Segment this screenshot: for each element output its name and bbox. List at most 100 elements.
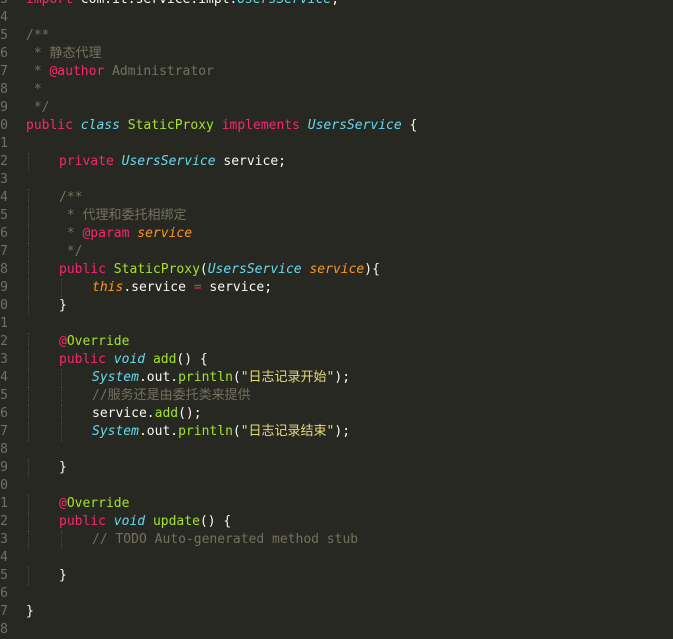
indent-guide (61, 531, 62, 549)
code-token: this (92, 280, 124, 295)
code-token: public (59, 514, 114, 529)
line-number: 9 (0, 100, 8, 115)
code-line[interactable]: 2 private UsersService service; (0, 153, 673, 171)
code-token: UsersService (121, 154, 216, 169)
code-line[interactable]: 7 */ (0, 243, 673, 261)
code-line[interactable]: 1 (0, 315, 673, 333)
code-token: void (113, 352, 153, 367)
code-token: add (152, 352, 177, 367)
code-line[interactable]: 2 public void update() { (0, 513, 673, 531)
code-line[interactable]: 7 System.out.println("日志记录结束"); (0, 423, 673, 441)
code-token: void (113, 514, 153, 529)
code-token: (); (178, 406, 202, 421)
code-line[interactable]: 1 @Override (0, 495, 673, 513)
code-line[interactable]: 9 this.service = service; (0, 279, 673, 297)
indent-guide (28, 279, 29, 297)
code-token: ){ (364, 262, 380, 277)
indent-guide (28, 243, 29, 261)
code-token: import (26, 0, 81, 7)
code-text: /** (26, 27, 49, 45)
code-line[interactable]: 4 /** (0, 189, 673, 207)
code-text: * 静态代理 (26, 45, 102, 63)
line-number: 6 (0, 46, 8, 61)
code-token: ); (334, 424, 351, 439)
code-text: */ (26, 99, 50, 117)
code-line[interactable]: 7} (0, 603, 673, 621)
code-line[interactable]: 5 * 代理和委托相绑定 (0, 207, 673, 225)
line-number: 5 (0, 568, 8, 583)
code-line[interactable]: 0} (0, 297, 673, 315)
code-line[interactable]: 3 (0, 171, 673, 189)
code-token: * (59, 226, 83, 241)
code-token: @ (59, 334, 67, 349)
code-line[interactable]: 4 (0, 9, 673, 27)
code-line[interactable]: 6 * 静态代理 (0, 45, 673, 63)
line-number: 9 (0, 280, 8, 295)
code-text: * (26, 81, 42, 99)
code-token: UsersService (207, 262, 302, 277)
code-line[interactable]: 3 public void add() { (0, 351, 673, 369)
code-line[interactable]: 6 service.add(); (0, 405, 673, 423)
code-line[interactable]: 6 * @param service (0, 225, 673, 243)
line-number: 2 (0, 334, 8, 349)
code-text: @Override (59, 495, 129, 513)
code-token: System (92, 424, 139, 439)
code-token: * (26, 64, 50, 79)
code-line[interactable]: 4 (0, 549, 673, 567)
code-token: } (26, 604, 34, 619)
code-line[interactable]: 0 (0, 477, 673, 495)
code-token: service (309, 262, 365, 277)
code-token: ); (334, 370, 351, 385)
indent-guide (28, 387, 29, 405)
code-token: System (92, 370, 139, 385)
code-text: } (26, 603, 34, 621)
code-line[interactable]: 6 (0, 585, 673, 603)
code-line[interactable]: 0 public class StaticProxy implements Use… (0, 117, 673, 135)
code-token: StaticProxy (127, 118, 222, 133)
code-token: () { (176, 352, 208, 367)
code-line[interactable]: 5 /** (0, 27, 673, 45)
code-token: implements (221, 118, 308, 133)
code-text: // TODO Auto-generated method stub (92, 531, 358, 549)
code-token: add (154, 406, 179, 421)
code-line[interactable]: 5} (0, 567, 673, 585)
indent-guide (61, 279, 62, 297)
code-text: //服务还是由委托类来提供 (92, 387, 251, 405)
indent-guide (28, 567, 29, 585)
code-token: * (26, 82, 42, 97)
code-line[interactable]: 9} (0, 459, 673, 477)
code-line[interactable]: 8 * (0, 81, 673, 99)
code-line[interactable]: 2 @Override (0, 333, 673, 351)
code-token: UsersService (307, 118, 402, 133)
line-number: 6 (0, 586, 8, 601)
code-token: @author (49, 64, 105, 79)
code-line[interactable]: 5 //服务还是由委托类来提供 (0, 387, 673, 405)
indent-guide (61, 405, 62, 423)
code-line[interactable]: 8 public StaticProxy(UsersService service… (0, 261, 673, 279)
code-line[interactable]: 8 (0, 441, 673, 459)
code-editor[interactable]: 3import com.it.service.impl.UsersService… (0, 0, 673, 639)
code-line[interactable]: 4 System.out.println("日志记录开始"); (0, 369, 673, 387)
code-token: } (59, 460, 67, 475)
code-line[interactable]: 9 */ (0, 99, 673, 117)
indent-guide (28, 351, 29, 369)
code-token: } (59, 298, 67, 313)
code-text: public void update() { (59, 513, 231, 531)
code-text: */ (59, 243, 83, 261)
code-line[interactable]: 7 * @author Administrator (0, 63, 673, 81)
code-line[interactable]: 1 (0, 135, 673, 153)
line-number: 7 (0, 244, 8, 259)
line-number: 0 (0, 298, 8, 313)
line-number: 8 (0, 622, 8, 637)
code-line[interactable]: 3 import com.it.service.impl.UsersService… (0, 0, 673, 9)
code-token: ( (232, 424, 241, 439)
line-number: 1 (0, 136, 8, 151)
line-number: 0 (0, 118, 8, 133)
code-token: */ (26, 100, 50, 115)
line-number: 6 (0, 226, 8, 241)
code-line[interactable]: 3 // TODO Auto-generated method stub (0, 531, 673, 549)
code-line[interactable]: 8 (0, 621, 673, 639)
indent-guide (28, 531, 29, 549)
code-token: private (59, 154, 122, 169)
indent-guide (28, 513, 29, 531)
